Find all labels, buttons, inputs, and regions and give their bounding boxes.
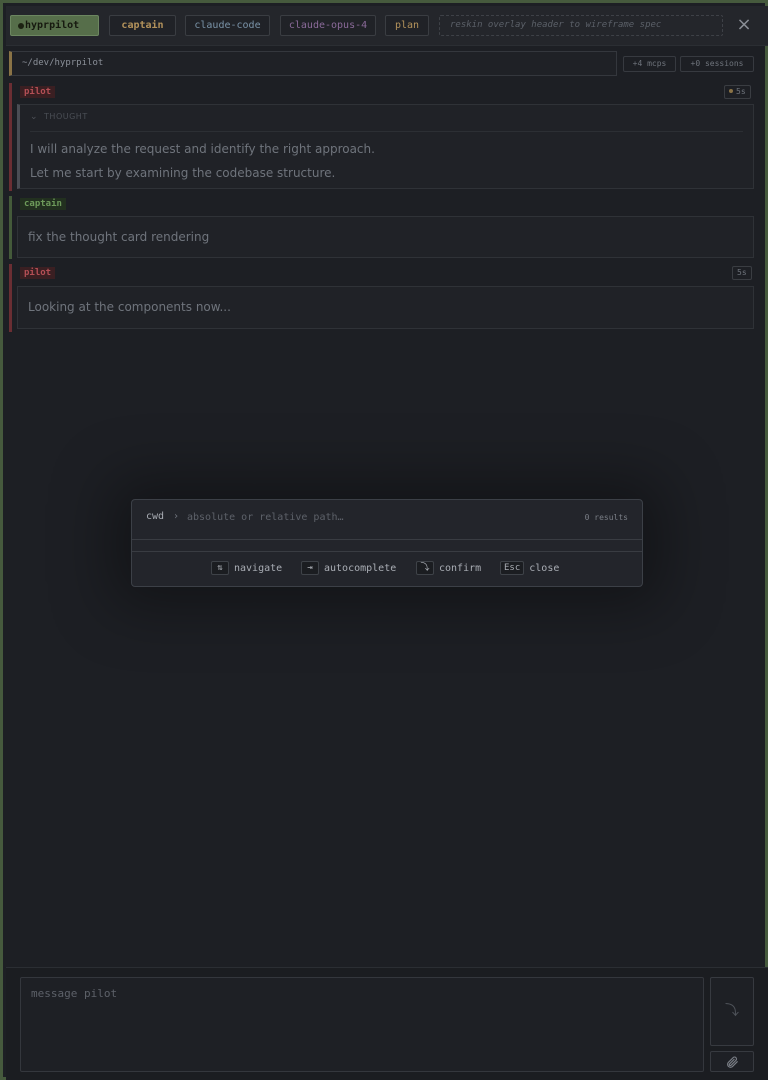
enter-key-icon: ⤵ — [416, 561, 434, 575]
live-dot-icon — [729, 88, 733, 93]
thought-header[interactable]: ⌄ THOUGHT — [30, 112, 88, 122]
role-label-pilot: pilot — [20, 267, 56, 279]
sessions-chip[interactable]: +0 sessions — [680, 56, 754, 72]
turn-time: 5s — [732, 266, 752, 280]
chevron-down-icon[interactable]: ⌄ — [30, 112, 38, 122]
hint-label: close — [529, 563, 560, 574]
palette-label: cwd — [146, 511, 165, 522]
hint-confirm: ⤵ confirm — [416, 561, 481, 575]
thought-label: THOUGHT — [44, 112, 88, 121]
hint-label: confirm — [439, 563, 482, 574]
role-label-pilot: pilot — [20, 86, 56, 98]
palette-divider — [132, 539, 642, 540]
app-name: hyprpilot — [25, 20, 80, 31]
overlay-header: hyprpilot captain claude-code claude-opu… — [6, 6, 768, 46]
close-icon[interactable]: × — [734, 14, 754, 36]
profile-chip[interactable]: captain — [109, 15, 176, 36]
captain-message: fix the thought card rendering — [17, 216, 754, 258]
hint-autocomplete: ⇥ autocomplete — [301, 561, 396, 575]
captain-turn-bar — [9, 196, 12, 259]
mcps-chip[interactable]: +4 mcps — [623, 56, 676, 72]
hint-navigate: ⇅ navigate — [211, 561, 282, 575]
app-badge[interactable]: hyprpilot — [10, 15, 99, 36]
thought-line: Let me start by examining the codebase s… — [30, 166, 336, 180]
cwd-path[interactable]: ~/dev/hyprpilot — [9, 51, 617, 76]
thought-card[interactable]: ⌄ THOUGHT I will analyze the request and … — [17, 104, 754, 189]
pilot-turn-bar — [9, 264, 12, 332]
palette-divider — [132, 551, 642, 552]
tab-key-icon: ⇥ — [301, 561, 319, 575]
hint-label: navigate — [234, 563, 283, 574]
esc-key: Esc — [500, 561, 525, 575]
agent-chip[interactable]: claude-code — [185, 15, 270, 36]
thought-divider — [30, 131, 743, 132]
results-count: 0 results — [584, 513, 628, 522]
task-title[interactable]: reskin overlay header to wireframe spec — [439, 15, 723, 36]
message-text: fix the thought card rendering — [28, 230, 210, 244]
turn-time-value: 5s — [736, 87, 746, 96]
composer: ⤵ — [6, 967, 768, 1080]
status-dot-icon — [18, 23, 24, 29]
mode-chip[interactable]: plan — [385, 15, 429, 36]
message-text: Looking at the components now... — [28, 300, 231, 314]
message-input[interactable] — [20, 977, 704, 1072]
palette-path-input[interactable] — [187, 507, 567, 527]
model-chip[interactable]: claude-opus-4 — [280, 15, 376, 36]
cwd-palette: cwd › 0 results ⇅navigate ⇥autocomplete … — [131, 499, 643, 587]
hint-label: autocomplete — [324, 563, 397, 574]
app-window: hyprpilot captain claude-code claude-opu… — [0, 0, 768, 1080]
arrows-up-down-icon: ⇅ — [211, 561, 229, 575]
hint-close: Esc close — [500, 561, 559, 575]
pilot-message: Looking at the components now... — [17, 286, 754, 329]
send-icon[interactable]: ⤵ — [710, 977, 754, 1046]
turn-time: 5s — [724, 85, 751, 99]
thought-line: I will analyze the request and identify … — [30, 142, 375, 156]
pilot-turn-bar — [9, 83, 12, 191]
paperclip-icon — [727, 1056, 738, 1068]
attach-button[interactable] — [710, 1051, 754, 1072]
role-label-captain: captain — [20, 198, 66, 210]
chevron-right-icon: › — [173, 511, 180, 522]
